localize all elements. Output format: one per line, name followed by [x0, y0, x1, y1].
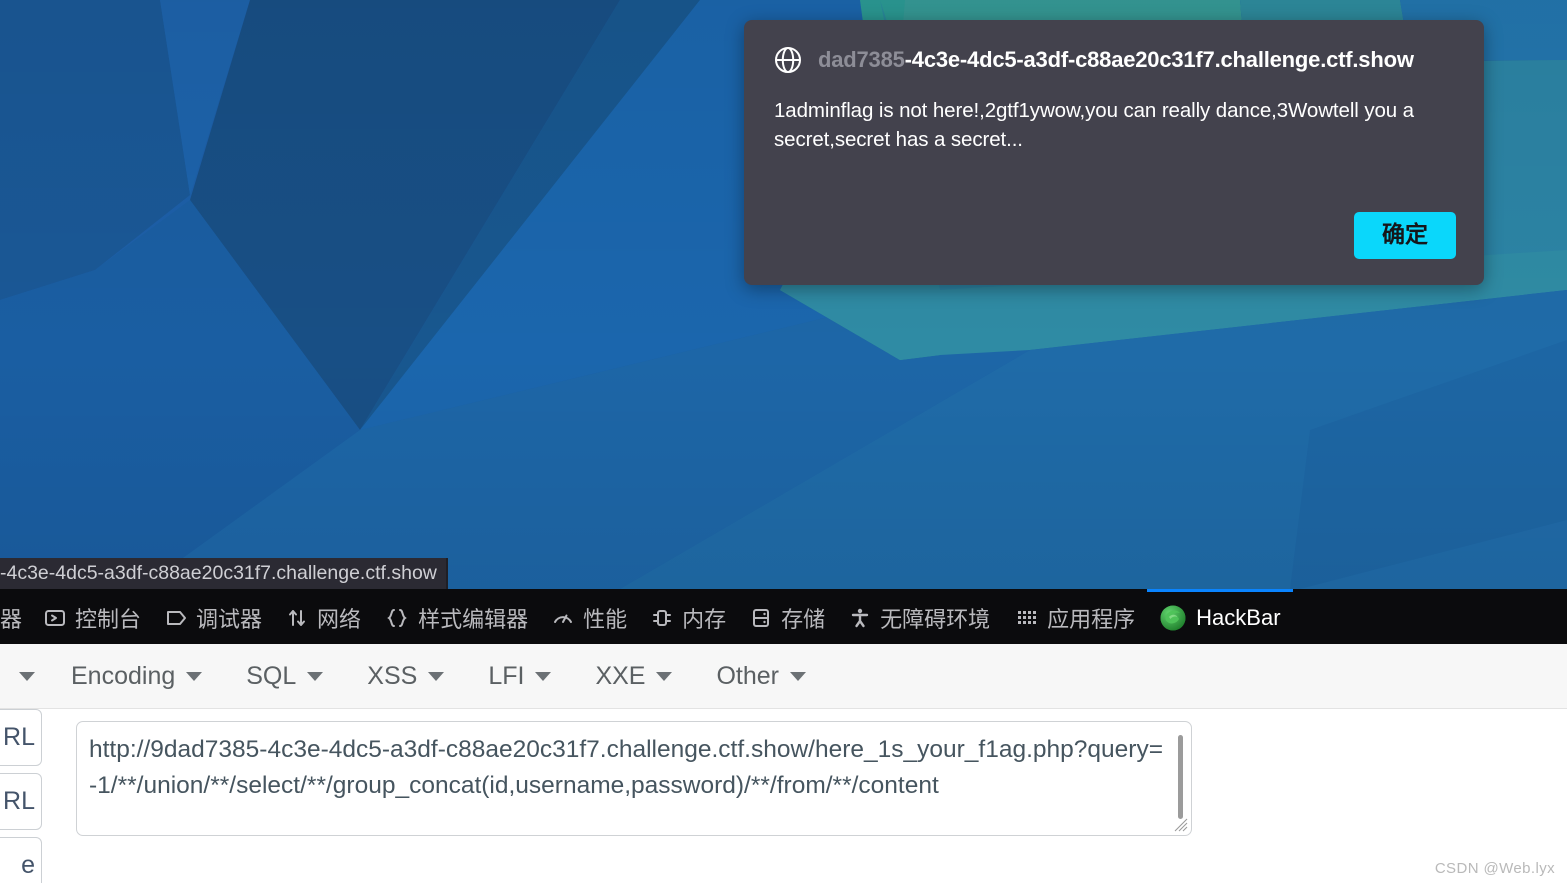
- hackbar-body: RL RL e: [0, 709, 1567, 883]
- devtools-tab-label: 器: [0, 607, 23, 632]
- hackbar-url-field-wrapper: [76, 721, 1192, 836]
- style-editor-icon: [385, 607, 409, 629]
- console-icon: [44, 607, 66, 629]
- chevron-down-icon: [656, 671, 673, 681]
- alert-ok-button[interactable]: 确定: [1354, 211, 1456, 259]
- devtools-panel: 器 控制台 调试器 网络 样式编辑器 性能 内存 存储 无障碍环境 应用程序 H…: [0, 589, 1567, 883]
- devtools-tab-hackbar[interactable]: HackBar: [1147, 589, 1293, 644]
- hackbar-url-input[interactable]: [76, 721, 1192, 836]
- performance-icon: [552, 607, 574, 629]
- csdn-watermark: CSDN @Web.lyx: [1434, 860, 1555, 877]
- devtools-tab-label: 样式编辑器: [418, 607, 529, 632]
- network-icon: [286, 607, 308, 629]
- devtools-tab-debugger[interactable]: 调试器: [153, 589, 274, 644]
- hackbar-firefox-icon: [1159, 604, 1187, 632]
- storage-icon: [750, 607, 772, 629]
- devtools-tab-label: 调试器: [196, 607, 263, 632]
- chevron-down-icon: [790, 671, 806, 681]
- devtools-tab-label: 应用程序: [1047, 607, 1136, 632]
- hackbar-side-button-column: RL RL e: [0, 709, 44, 883]
- chevron-down-icon: [535, 671, 552, 681]
- hackbar-menu-label: Other: [716, 661, 779, 690]
- devtools-tab-bar: 器 控制台 调试器 网络 样式编辑器 性能 内存 存储 无障碍环境 应用程序 H…: [0, 589, 1567, 644]
- chevron-down-icon: [307, 671, 324, 681]
- hackbar-menu-xss[interactable]: XSS: [345, 662, 466, 691]
- chevron-down-icon: [19, 671, 35, 681]
- status-bar-link-preview: -4c3e-4dc5-a3df-c88ae20c31f7.challenge.c…: [0, 558, 448, 589]
- accessibility-icon: [849, 607, 871, 629]
- devtools-tab-label: 性能: [583, 607, 628, 632]
- hackbar-menu-other[interactable]: Other: [694, 662, 828, 691]
- origin-bright-suffix: -4c3e-4dc5-a3df-c88ae20c31f7.challenge.c…: [904, 47, 1414, 72]
- devtools-tab-console[interactable]: 控制台: [32, 589, 153, 644]
- devtools-tab-label: 控制台: [75, 607, 142, 632]
- devtools-tab-style-editor[interactable]: 样式编辑器: [373, 589, 540, 644]
- devtools-tab-label: 网络: [317, 607, 362, 632]
- devtools-tab-application[interactable]: 应用程序: [1002, 589, 1147, 644]
- alert-dialog: dad7385-4c3e-4dc5-a3df-c88ae20c31f7.chal…: [744, 20, 1484, 285]
- devtools-tab-memory[interactable]: 内存: [639, 589, 738, 644]
- application-icon: [1014, 607, 1038, 629]
- hackbar-menu-encoding[interactable]: Encoding: [49, 662, 224, 691]
- devtools-tab-label: 无障碍环境: [880, 607, 991, 632]
- chevron-down-icon: [428, 671, 445, 681]
- hackbar-menu-label: SQL: [246, 661, 297, 690]
- hackbar-menu-lfi[interactable]: LFI: [466, 662, 573, 691]
- hackbar-menu-xxe[interactable]: XXE: [573, 662, 694, 691]
- hackbar-menu-sql[interactable]: SQL: [224, 662, 345, 691]
- load-url-button[interactable]: RL: [0, 709, 42, 766]
- devtools-tab-label: 存储: [781, 607, 826, 632]
- hackbar-menu-label: XXE: [595, 661, 646, 690]
- debugger-icon: [165, 607, 187, 629]
- devtools-tab-inspector[interactable]: 器: [0, 589, 32, 644]
- devtools-tab-label: 内存: [682, 607, 727, 632]
- hackbar-menu-label: XSS: [367, 661, 418, 690]
- chevron-down-icon: [186, 671, 203, 681]
- devtools-tab-performance[interactable]: 性能: [540, 589, 639, 644]
- browser-viewport: dad7385-4c3e-4dc5-a3df-c88ae20c31f7.chal…: [0, 0, 1567, 589]
- execute-button[interactable]: e: [0, 837, 42, 883]
- alert-dialog-origin: dad7385-4c3e-4dc5-a3df-c88ae20c31f7.chal…: [818, 47, 1414, 73]
- alert-dialog-message: 1adminflag is not here!,2gtf1ywow,you ca…: [774, 99, 1414, 152]
- devtools-tab-label: HackBar: [1196, 605, 1281, 630]
- hackbar-menu-label: Encoding: [71, 661, 176, 690]
- devtools-tab-accessibility[interactable]: 无障碍环境: [837, 589, 1002, 644]
- hackbar-menu-bar: Encoding SQL XSS LFI XXE Other: [0, 644, 1567, 709]
- devtools-tab-network[interactable]: 网络: [274, 589, 373, 644]
- hackbar-menu-clipped[interactable]: [2, 671, 49, 681]
- split-url-button[interactable]: RL: [0, 773, 42, 830]
- alert-dialog-actions: 确定: [1354, 211, 1456, 259]
- hackbar-menu-label: LFI: [488, 661, 525, 690]
- devtools-tab-storage[interactable]: 存储: [738, 589, 837, 644]
- memory-icon: [651, 607, 673, 629]
- origin-dim-prefix: dad7385: [818, 47, 905, 72]
- globe-icon: [775, 47, 801, 73]
- alert-dialog-header: dad7385-4c3e-4dc5-a3df-c88ae20c31f7.chal…: [744, 20, 1484, 74]
